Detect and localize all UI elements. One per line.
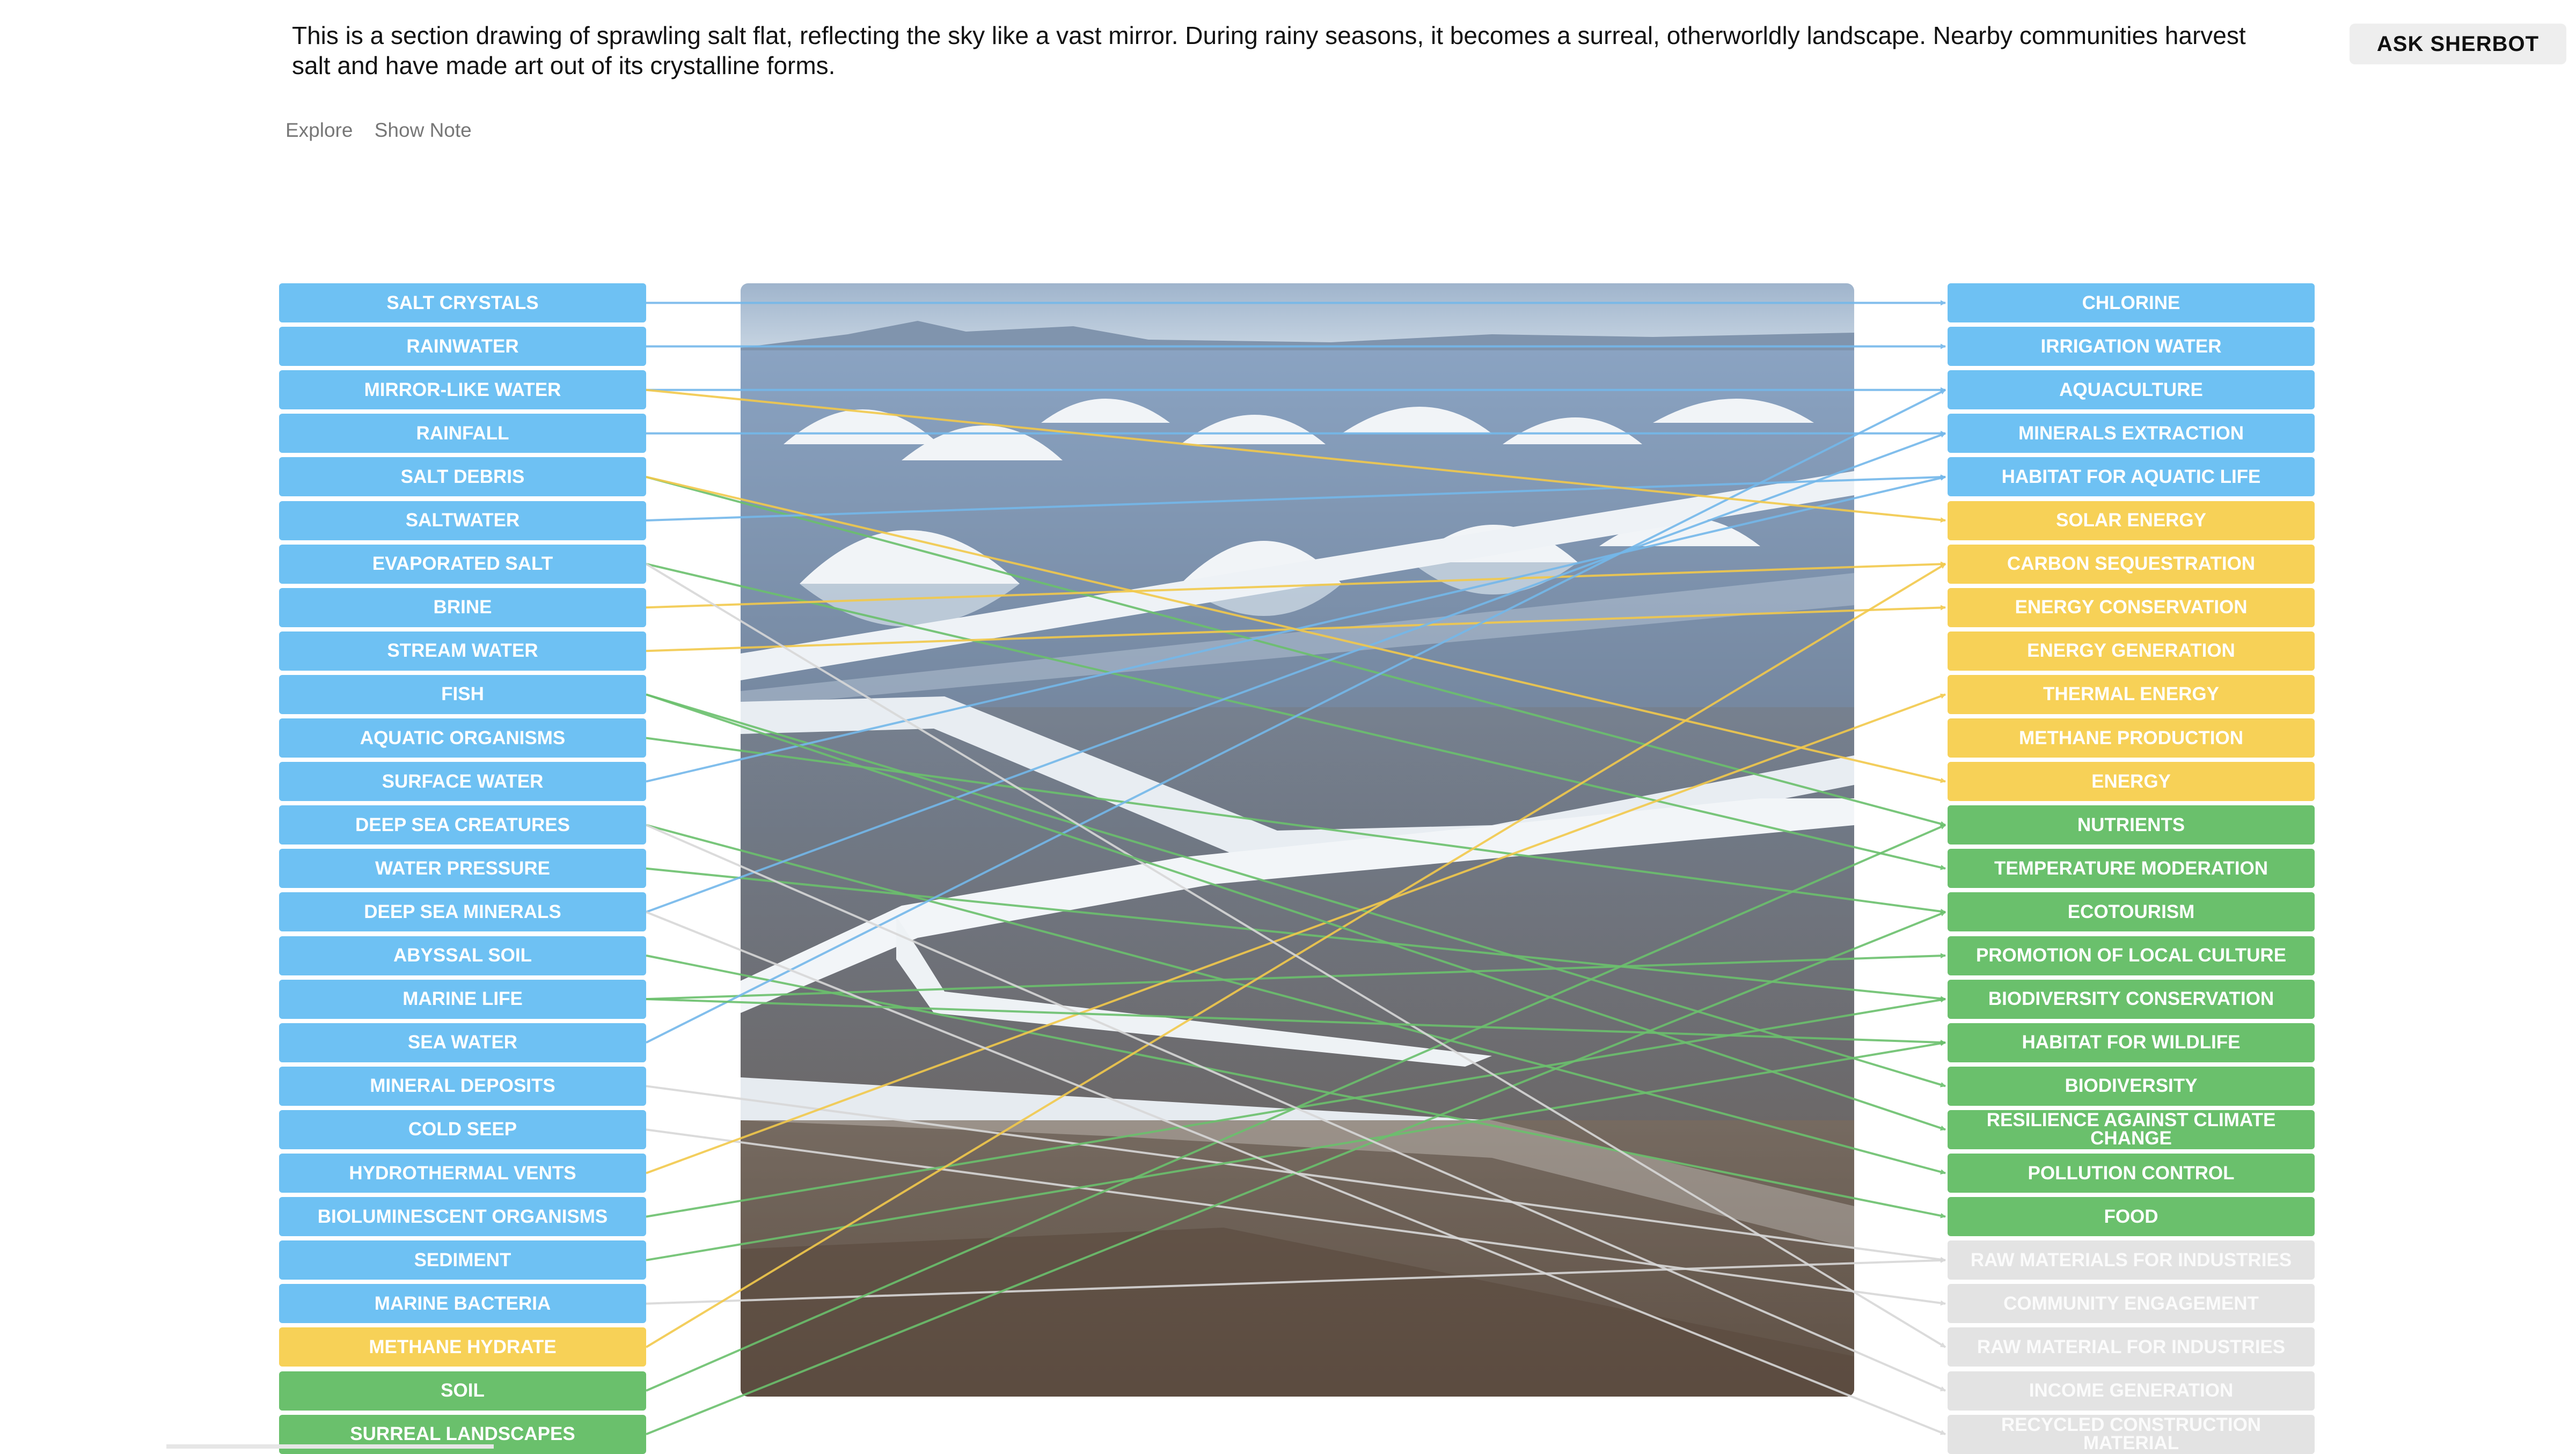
right-item[interactable]: CARBON SEQUESTRATION [1948,544,2315,584]
right-item[interactable]: AQUACULTURE [1948,370,2315,410]
left-item[interactable]: SEA WATER [279,1023,646,1062]
left-item[interactable]: SALTWATER [279,501,646,540]
description-text: This is a section drawing of sprawling s… [292,21,2246,79]
left-item[interactable]: SOIL [279,1371,646,1411]
left-item[interactable]: COLD SEEP [279,1110,646,1149]
left-item[interactable]: MINERAL DEPOSITS [279,1066,646,1106]
left-item[interactable]: MIRROR-LIKE WATER [279,370,646,410]
left-item[interactable]: BIOLUMINESCENT ORGANISMS [279,1197,646,1237]
right-item[interactable]: NUTRIENTS [1948,805,2315,845]
explore-link[interactable]: Explore [286,119,353,141]
show-note-link[interactable]: Show Note [375,119,472,141]
salt-flat-image [741,283,1854,1397]
right-item[interactable]: ENERGY CONSERVATION [1948,588,2315,627]
ask-sherbot-button[interactable]: ASK SHERBOT [2350,24,2566,64]
right-item[interactable]: RAW MATERIALS FOR INDUSTRIES [1948,1240,2315,1280]
right-item[interactable]: BIODIVERSITY [1948,1066,2315,1106]
left-item[interactable]: FISH [279,674,646,714]
right-item[interactable]: FOOD [1948,1197,2315,1237]
left-item[interactable]: SALT DEBRIS [279,457,646,497]
left-item[interactable]: RAINFALL [279,414,646,453]
horizontal-scrollbar[interactable] [166,1444,494,1449]
right-item[interactable]: ENERGY [1948,762,2315,802]
left-item[interactable]: SURFACE WATER [279,762,646,802]
left-item[interactable]: MARINE BACTERIA [279,1284,646,1324]
right-item[interactable]: CHLORINE [1948,283,2315,322]
left-item[interactable]: STREAM WATER [279,631,646,671]
right-item[interactable]: MINERALS EXTRACTION [1948,414,2315,453]
left-item[interactable]: MARINE LIFE [279,979,646,1019]
right-item[interactable]: BIODIVERSITY CONSERVATION [1948,979,2315,1019]
right-item[interactable]: THERMAL ENERGY [1948,674,2315,714]
right-item[interactable]: RESILIENCE AGAINST CLIMATE CHANGE [1948,1110,2315,1149]
right-item[interactable]: SOLAR ENERGY [1948,501,2315,540]
left-item[interactable]: METHANE HYDRATE [279,1327,646,1367]
right-item[interactable]: METHANE PRODUCTION [1948,718,2315,758]
right-item[interactable]: RAW MATERIAL FOR INDUSTRIES [1948,1327,2315,1367]
right-item[interactable]: PROMOTION OF LOCAL CULTURE [1948,936,2315,975]
left-item[interactable]: WATER PRESSURE [279,849,646,888]
left-item[interactable]: RAINWATER [279,327,646,366]
right-item[interactable]: IRRIGATION WATER [1948,327,2315,366]
left-item[interactable]: DEEP SEA MINERALS [279,892,646,932]
left-item[interactable]: SEDIMENT [279,1240,646,1280]
right-item[interactable]: TEMPERATURE MODERATION [1948,849,2315,888]
right-item[interactable]: HABITAT FOR AQUATIC LIFE [1948,457,2315,497]
left-item[interactable]: ABYSSAL SOIL [279,936,646,975]
right-item[interactable]: RECYCLED CONSTRUCTION MATERIAL [1948,1414,2315,1454]
right-item[interactable]: ECOTOURISM [1948,892,2315,932]
action-links: Explore Show Note [286,119,488,142]
right-item[interactable]: HABITAT FOR WILDLIFE [1948,1023,2315,1062]
right-item[interactable]: COMMUNITY ENGAGEMENT [1948,1284,2315,1324]
left-item[interactable]: HYDROTHERMAL VENTS [279,1154,646,1193]
left-item[interactable]: DEEP SEA CREATURES [279,805,646,845]
right-item[interactable]: ENERGY GENERATION [1948,631,2315,671]
left-item[interactable]: EVAPORATED SALT [279,544,646,584]
left-item[interactable]: SALT CRYSTALS [279,283,646,322]
right-item[interactable]: INCOME GENERATION [1948,1371,2315,1411]
left-item[interactable]: AQUATIC ORGANISMS [279,718,646,758]
left-item[interactable]: BRINE [279,588,646,627]
right-item[interactable]: POLLUTION CONTROL [1948,1154,2315,1193]
